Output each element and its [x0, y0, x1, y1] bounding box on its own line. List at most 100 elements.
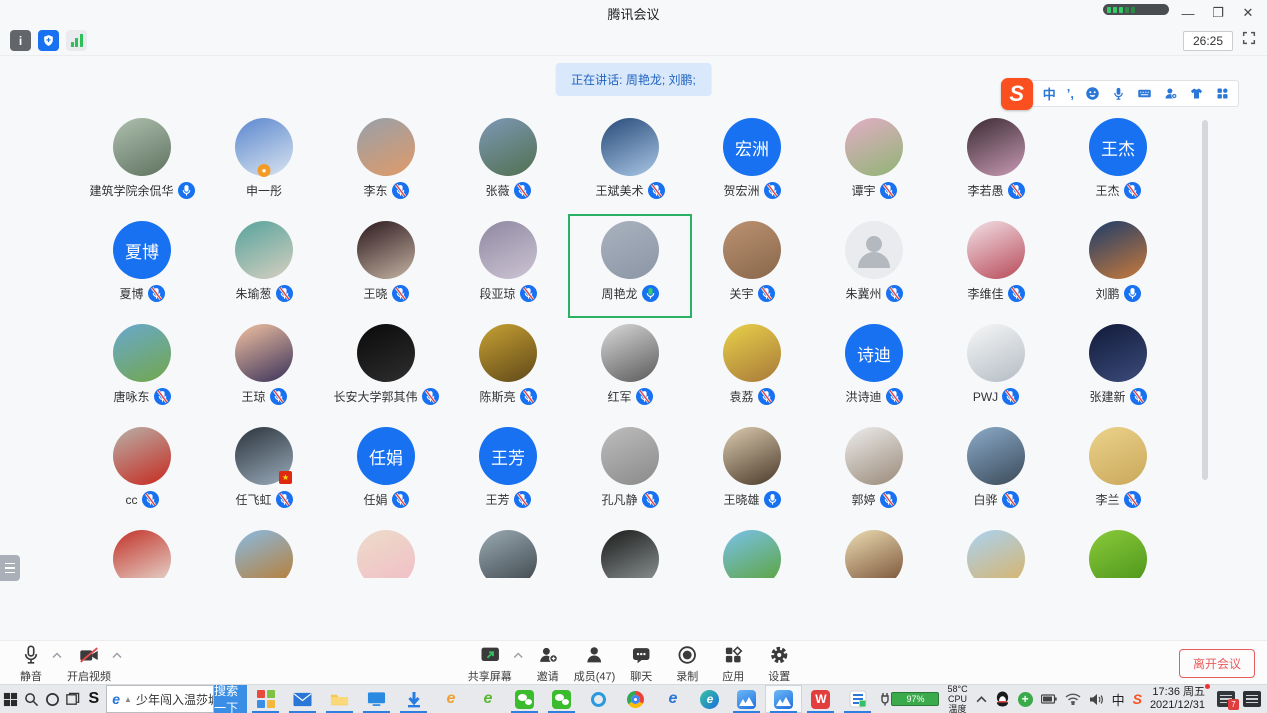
- participant-tile-王斌美术[interactable]: 王斌美术: [569, 112, 691, 214]
- fullscreen-icon[interactable]: [1241, 30, 1257, 51]
- tencent-meeting-1-taskbar-icon[interactable]: [728, 685, 765, 713]
- participant-tile[interactable]: [691, 524, 813, 578]
- mute-options-chevron[interactable]: [52, 652, 62, 659]
- tray-overflow-chevron[interactable]: [972, 685, 991, 713]
- wps-taskbar-icon[interactable]: W: [802, 685, 839, 713]
- wechat-1-taskbar-icon[interactable]: [506, 685, 543, 713]
- participant-tile-周艳龙[interactable]: 周艳龙: [569, 215, 691, 317]
- task-view-icon[interactable]: [63, 685, 84, 713]
- minimize-button[interactable]: —: [1173, 0, 1203, 26]
- participant-tile[interactable]: [81, 524, 203, 578]
- sogou-ime-toolbar[interactable]: S 中 ’,: [1016, 80, 1239, 107]
- participant-tile-关宇[interactable]: 关宇: [691, 215, 813, 317]
- ime-punctuation-icon[interactable]: ’,: [1067, 86, 1074, 101]
- participant-tile-朱瑜葱[interactable]: 朱瑜葱: [203, 215, 325, 317]
- cortana-icon[interactable]: [42, 685, 63, 713]
- participant-tile-唐咏东[interactable]: 唐咏东: [81, 318, 203, 420]
- invite-button[interactable]: 邀请: [525, 644, 571, 684]
- ime-keyboard-icon[interactable]: [1137, 86, 1152, 101]
- notification-center-icon[interactable]: 7: [1213, 685, 1239, 713]
- close-button[interactable]: ✕: [1233, 0, 1263, 26]
- participant-tile-陈斯亮[interactable]: 陈斯亮: [447, 318, 569, 420]
- leave-meeting-button[interactable]: 离开会议: [1179, 649, 1255, 678]
- meeting-security-icon[interactable]: [38, 30, 59, 51]
- participant-tile-洪诗迪[interactable]: 诗迪洪诗迪: [813, 318, 935, 420]
- ring-app-taskbar-icon[interactable]: [580, 685, 617, 713]
- member-list-toggle[interactable]: [0, 555, 20, 581]
- participant-tile[interactable]: [569, 524, 691, 578]
- settings-button[interactable]: 设置: [756, 644, 802, 684]
- taskbar-news-search[interactable]: e ▲ 少年闯入温莎城堡: [106, 685, 214, 713]
- participant-tile-段亚琼[interactable]: 段亚琼: [447, 215, 569, 317]
- participant-tile-刘鹏[interactable]: 刘鹏: [1057, 215, 1179, 317]
- tencent-meeting-2-taskbar-icon[interactable]: [765, 685, 802, 713]
- participant-tile-cc[interactable]: cc: [81, 421, 203, 523]
- video-options-chevron[interactable]: [112, 652, 122, 659]
- laptop-battery-indicator[interactable]: 97%: [876, 685, 943, 713]
- meeting-info-icon[interactable]: i: [10, 30, 31, 51]
- browser-green-taskbar-icon[interactable]: e: [469, 685, 506, 713]
- participant-tile-PWJ[interactable]: PWJ: [935, 318, 1057, 420]
- mail-app-taskbar-icon[interactable]: [284, 685, 321, 713]
- participant-tile-任飞虹[interactable]: ★任飞虹: [203, 421, 325, 523]
- qq-tray-icon[interactable]: [991, 685, 1014, 713]
- antivirus-360-tray-icon[interactable]: +: [1014, 685, 1037, 713]
- gallery-scrollbar[interactable]: [1202, 120, 1208, 480]
- participant-tile-建筑学院余侃华[interactable]: 建筑学院余侃华: [81, 112, 203, 214]
- participant-tile-王琼[interactable]: 王琼: [203, 318, 325, 420]
- participant-tile-申一彤[interactable]: ●申一彤: [203, 112, 325, 214]
- participant-tile-任娟[interactable]: 任娟任娟: [325, 421, 447, 523]
- participant-tile-王晓雄[interactable]: 王晓雄: [691, 421, 813, 523]
- sogou-taskbar-icon[interactable]: S: [83, 685, 104, 713]
- participant-tile-李若愚[interactable]: 李若愚: [935, 112, 1057, 214]
- participant-tile-王晓[interactable]: 王晓: [325, 215, 447, 317]
- participant-tile-张薇[interactable]: 张薇: [447, 112, 569, 214]
- search-go-button[interactable]: 搜索一下: [214, 685, 247, 713]
- taskbar-search-icon[interactable]: [21, 685, 42, 713]
- participant-tile-李东[interactable]: 李东: [325, 112, 447, 214]
- sogou-logo-icon[interactable]: S: [1001, 78, 1033, 110]
- participant-tile-王杰[interactable]: 王杰王杰: [1057, 112, 1179, 214]
- tencent-docs-taskbar-icon[interactable]: [839, 685, 876, 713]
- participant-tile-谭宇[interactable]: 谭宇: [813, 112, 935, 214]
- start-button[interactable]: [0, 685, 21, 713]
- participant-tile-朱冀州[interactable]: 朱冀州: [813, 215, 935, 317]
- participant-tile[interactable]: [935, 524, 1057, 578]
- record-button[interactable]: 录制: [664, 644, 710, 684]
- apps-button[interactable]: 应用: [710, 644, 756, 684]
- file-explorer-taskbar-icon[interactable]: [321, 685, 358, 713]
- ime-account-icon[interactable]: [1163, 86, 1178, 101]
- participant-tile-夏博[interactable]: 夏博夏博: [81, 215, 203, 317]
- participant-tile-张建新[interactable]: 张建新: [1057, 318, 1179, 420]
- sogou-tray-icon[interactable]: S: [1129, 685, 1146, 713]
- ime-chinese-mode-icon[interactable]: 中: [1043, 84, 1056, 103]
- chrome-taskbar-icon[interactable]: [617, 685, 654, 713]
- news-headline[interactable]: 少年闯入温莎城堡: [136, 691, 214, 708]
- browser-360-taskbar-icon[interactable]: e: [432, 685, 469, 713]
- mute-button[interactable]: 静音: [8, 644, 54, 684]
- participant-tile[interactable]: [203, 524, 325, 578]
- participant-tile-白骅[interactable]: 白骅: [935, 421, 1057, 523]
- pinned-grid-app-taskbar-icon[interactable]: [247, 685, 284, 713]
- browser-ie-taskbar-icon[interactable]: e: [654, 685, 691, 713]
- ime-toolbox-icon[interactable]: [1215, 86, 1230, 101]
- ime-voice-icon[interactable]: [1111, 86, 1126, 101]
- participant-tile[interactable]: [813, 524, 935, 578]
- share-screen-button[interactable]: 共享屏幕: [465, 644, 515, 684]
- participant-tile-红军[interactable]: 红军: [569, 318, 691, 420]
- edge-taskbar-icon[interactable]: e: [691, 685, 728, 713]
- participant-tile-李维佳[interactable]: 李维佳: [935, 215, 1057, 317]
- share-screen-options-chevron[interactable]: [513, 652, 523, 659]
- action-center-icon[interactable]: [1239, 685, 1265, 713]
- ime-mode-indicator[interactable]: 中: [1108, 685, 1129, 713]
- cpu-temp-widget[interactable]: 58°CCPU温度: [943, 685, 971, 713]
- participant-tile-郭婷[interactable]: 郭婷: [813, 421, 935, 523]
- ime-emoji-icon[interactable]: [1085, 86, 1100, 101]
- taskbar-clock[interactable]: 17:36 周五2021/12/31: [1146, 685, 1213, 713]
- participant-tile-王芳[interactable]: 王芳王芳: [447, 421, 569, 523]
- monitor-app-taskbar-icon[interactable]: [358, 685, 395, 713]
- participant-tile[interactable]: [1057, 524, 1179, 578]
- download-app-taskbar-icon[interactable]: [395, 685, 432, 713]
- volume-tray-icon[interactable]: [1085, 685, 1108, 713]
- participant-tile-孔凡静[interactable]: 孔凡静: [569, 421, 691, 523]
